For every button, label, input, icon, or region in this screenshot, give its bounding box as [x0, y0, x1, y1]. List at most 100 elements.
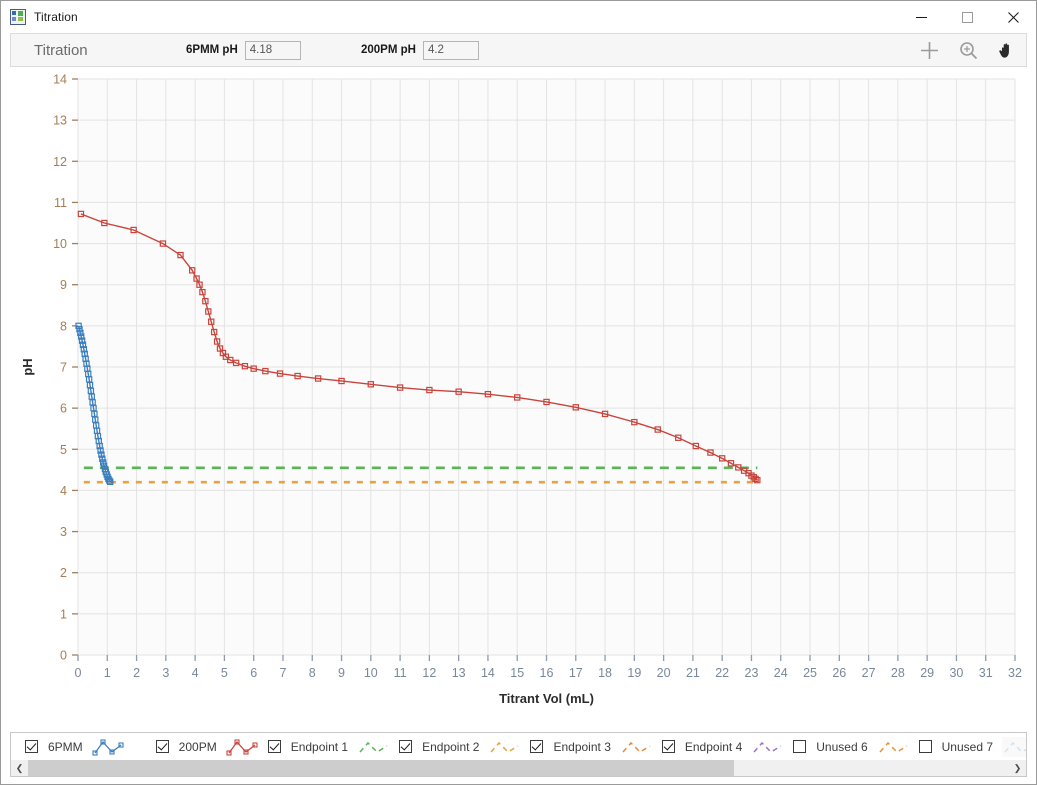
legend-sample-icon [226, 738, 258, 756]
titration-chart[interactable]: 0 1 2 3 4 5 6 7 8 9 10 11 12 13 14 0 1 2 3 4 5 6 7 8 9 10 11 12 13 14… [10, 67, 1027, 732]
x-tick-label: 10 [364, 666, 378, 680]
x-tick-label: 11 [394, 666, 407, 680]
chevron-left-icon[interactable]: ❮ [11, 760, 28, 776]
legend-item-unused-6[interactable]: Unused 6 [793, 734, 910, 760]
legend-sample-icon [879, 741, 908, 753]
minimize-icon[interactable] [898, 1, 944, 33]
y-tick-label: 14 [53, 73, 67, 87]
chart-toolbar: Titration 6PMM pH 200PM pH [10, 33, 1027, 67]
y-tick-label: 6 [60, 402, 67, 416]
field-200pm-ph-input[interactable] [422, 40, 479, 60]
legend-sample-icon [490, 741, 519, 753]
y-tick-label: 8 [60, 319, 67, 333]
legend-checkbox-6pmm[interactable] [25, 740, 38, 753]
legend-item-endpoint-1[interactable]: Endpoint 1 [267, 734, 391, 760]
legend-sample [92, 737, 126, 757]
legend-label: Endpoint 3 [553, 739, 611, 754]
legend-label: Endpoint 1 [290, 739, 349, 754]
legend-horizontal-scrollbar[interactable]: ❮ ❯ [10, 760, 1027, 777]
window-title: Titration [34, 9, 78, 24]
window-titlebar: Titration [1, 1, 1036, 33]
legend-checkbox-endpoint-1[interactable] [267, 740, 281, 753]
legend-label: Endpoint 4 [684, 739, 743, 754]
x-tick-label: 12 [422, 666, 436, 680]
close-icon[interactable] [990, 1, 1036, 33]
x-tick-label: 24 [774, 666, 788, 680]
y-tick-label: 2 [60, 566, 67, 580]
x-tick-label: 20 [657, 666, 671, 680]
pan-hand-icon[interactable] [996, 39, 1018, 61]
x-tick-label: 6 [250, 666, 257, 680]
y-tick-label: 13 [53, 114, 67, 128]
x-tick-label: 26 [832, 666, 846, 680]
y-tick-label: 4 [60, 484, 67, 498]
x-tick-label: 29 [920, 666, 934, 680]
y-tick-label: 7 [60, 361, 67, 375]
x-tick-label: 4 [192, 666, 199, 680]
scrollbar-track[interactable] [28, 760, 1009, 776]
x-tick-label: 25 [803, 666, 817, 680]
scrollbar-thumb[interactable] [28, 760, 735, 776]
x-tick-label: 3 [162, 666, 169, 680]
chart-legend[interactable]: 6PMM 200PM Endpoint 1 Endpoint 2 Endpoint 3 E… [10, 732, 1027, 760]
legend-sample-icon [753, 741, 782, 753]
x-tick-label: 18 [598, 666, 612, 680]
y-tick-label: 10 [53, 237, 67, 251]
x-tick-label: 32 [1008, 666, 1022, 680]
x-tick-label: 15 [510, 666, 524, 680]
legend-sample-icon [1004, 741, 1026, 753]
y-tick-label: 1 [60, 607, 67, 621]
x-tick-label: 5 [221, 666, 228, 680]
zoom-in-icon[interactable] [957, 39, 979, 61]
field-6pmm-ph: 6PMM pH [186, 40, 301, 60]
legend-label: Unused 6 [816, 739, 868, 754]
legend-checkbox-endpoint-2[interactable] [399, 740, 413, 753]
x-tick-label: 0 [75, 666, 82, 680]
legend-item-endpoint-3[interactable]: Endpoint 3 [530, 734, 653, 760]
legend-item-6pmm[interactable]: 6PMM [25, 734, 126, 760]
chart-canvas[interactable]: 012345678910111213140 1 2 3 4 5 6 7 8 9 10 11 12 13 14… [10, 67, 1027, 707]
x-tick-label: 14 [481, 666, 495, 680]
legend-sample-icon [359, 741, 388, 753]
y-tick-label: 11 [54, 196, 67, 210]
legend-label: 200PM [178, 739, 217, 754]
legend-checkbox-unused-7[interactable] [918, 740, 932, 753]
toolbar-title: Titration [34, 41, 88, 59]
field-6pmm-ph-label: 6PMM pH [186, 44, 238, 56]
x-tick-label: 21 [686, 666, 700, 680]
x-tick-label: 7 [279, 666, 286, 680]
x-tick-label: 13 [452, 666, 466, 680]
window-controls [898, 1, 1036, 33]
field-200pm-ph: 200PM pH [361, 40, 479, 60]
crosshair-icon[interactable] [918, 39, 940, 61]
app-chart-icon [10, 8, 26, 25]
legend-checkbox-endpoint-3[interactable] [530, 740, 544, 753]
legend-checkbox-200pm[interactable] [155, 740, 169, 753]
legend-checkbox-endpoint-4[interactable] [661, 740, 675, 753]
y-tick-label: 12 [53, 155, 67, 169]
field-6pmm-ph-input[interactable] [244, 40, 301, 60]
legend-item-endpoint-2[interactable]: Endpoint 2 [399, 734, 522, 760]
maximize-icon[interactable] [944, 1, 990, 33]
legend-sample [226, 737, 260, 757]
legend-sample [751, 737, 785, 757]
legend-checkbox-unused-6[interactable] [793, 740, 807, 753]
toolbar-icon-group [918, 39, 1018, 61]
x-tick-label: 27 [862, 666, 876, 680]
legend-label: Unused 7 [941, 739, 994, 754]
y-tick-label: 9 [60, 278, 67, 292]
x-tick-label: 9 [338, 666, 345, 680]
x-tick-label: 23 [745, 666, 759, 680]
legend-sample [488, 737, 522, 757]
legend-item-unused-7[interactable]: Unused 7 [918, 734, 1026, 760]
legend-item-endpoint-4[interactable]: Endpoint 4 [661, 734, 785, 760]
x-tick-label: 19 [627, 666, 641, 680]
y-tick-label: 0 [60, 649, 67, 663]
x-tick-label: 2 [133, 666, 140, 680]
x-tick-label: 28 [891, 666, 905, 680]
legend-item-200pm[interactable]: 200PM [155, 734, 260, 760]
legend-sample [357, 737, 391, 757]
chevron-right-icon[interactable]: ❯ [1009, 760, 1026, 776]
y-axis-label: pH [20, 358, 35, 375]
legend-sample [1002, 736, 1026, 757]
